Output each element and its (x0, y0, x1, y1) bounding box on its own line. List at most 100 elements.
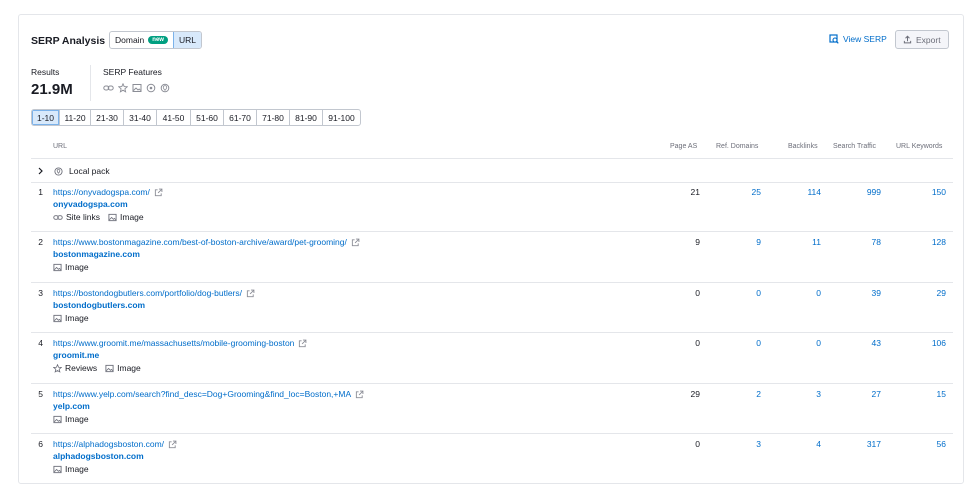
image-icon (53, 263, 62, 272)
local-pack-label: Local pack (69, 166, 110, 176)
result-url-link[interactable]: https://www.groomit.me/massachusetts/mob… (53, 338, 307, 348)
page-41-50[interactable]: 41-50 (156, 110, 190, 125)
external-link-icon[interactable] (298, 339, 307, 348)
chevron-right-icon[interactable] (37, 167, 44, 175)
backlinks-value[interactable]: 4 (781, 439, 821, 449)
column-url-keywords[interactable]: URL Keywords (896, 143, 942, 150)
result-domain[interactable]: groomit.me (53, 350, 99, 360)
result-domain[interactable]: onyvadogspa.com (53, 199, 128, 209)
url-keywords-value[interactable]: 29 (906, 288, 946, 298)
serp-feature-label: Image (117, 363, 141, 373)
page-51-60[interactable]: 51-60 (190, 110, 223, 125)
ref-domains-value[interactable]: 25 (721, 187, 761, 197)
result-url: https://onyvadogspa.com/ (53, 187, 150, 197)
serp-features-list: Reviews Image (53, 363, 141, 373)
result-url: https://www.bostonmagazine.com/best-of-b… (53, 237, 347, 247)
search-traffic-value[interactable]: 999 (841, 187, 881, 197)
result-domain[interactable]: yelp.com (53, 401, 90, 411)
panel-title: SERP Analysis (31, 35, 106, 47)
domain-toggle-label: Domain (115, 35, 145, 45)
row-number: 4 (38, 338, 43, 348)
serp-feature: Image (108, 212, 144, 222)
table-row: 6 https://alphadogsboston.com/ alphadogs… (19, 437, 963, 483)
result-url-link[interactable]: https://bostondogbutlers.com/portfolio/d… (53, 288, 255, 298)
domain-toggle-button[interactable]: Domain new (110, 32, 173, 48)
page-31-40[interactable]: 31-40 (123, 110, 156, 125)
results-label: Results (31, 67, 60, 77)
serp-feature: Image (105, 363, 141, 373)
external-link-icon[interactable] (154, 188, 163, 197)
url-keywords-value[interactable]: 106 (906, 338, 946, 348)
result-domain[interactable]: bostonmagazine.com (53, 249, 140, 259)
image-icon (53, 465, 62, 474)
serp-features-label: SERP Features (103, 67, 162, 77)
serp-feature: Site links (53, 212, 100, 222)
external-link-icon[interactable] (355, 390, 364, 399)
row-number: 2 (38, 237, 43, 247)
row-divider (31, 231, 953, 232)
search-traffic-value[interactable]: 27 (841, 389, 881, 399)
table-row: 4 https://www.groomit.me/massachusetts/m… (19, 336, 963, 386)
url-toggle-label: URL (178, 35, 196, 45)
search-traffic-value[interactable]: 317 (841, 439, 881, 449)
page-81-90[interactable]: 81-90 (289, 110, 322, 125)
export-button[interactable]: Export (895, 30, 949, 49)
url-keywords-value[interactable]: 150 (906, 187, 946, 197)
url-keywords-value[interactable]: 128 (906, 237, 946, 247)
result-domain[interactable]: bostondogbutlers.com (53, 300, 145, 310)
result-url-link[interactable]: https://onyvadogspa.com/ (53, 187, 163, 197)
page-11-20[interactable]: 11-20 (59, 110, 90, 125)
serp-feature-label: Image (65, 414, 89, 424)
external-link-icon[interactable] (351, 238, 360, 247)
pagination: 1-10 11-20 21-30 31-40 41-50 51-60 61-70… (31, 109, 361, 126)
result-url-link[interactable]: https://www.yelp.com/search?find_desc=Do… (53, 389, 364, 399)
page-as-value: 21 (690, 187, 700, 197)
url-keywords-value[interactable]: 56 (906, 439, 946, 449)
search-traffic-value[interactable]: 39 (841, 288, 881, 298)
column-search-traffic[interactable]: Search Traffic (833, 143, 876, 150)
column-page-as[interactable]: Page AS (670, 143, 697, 150)
serp-features-list: Image (53, 464, 89, 474)
header-divider (31, 158, 953, 159)
results-value: 21.9M (31, 81, 73, 98)
ref-domains-value[interactable]: 9 (721, 237, 761, 247)
ref-domains-value[interactable]: 3 (721, 439, 761, 449)
image-icon (53, 415, 62, 424)
url-toggle-button[interactable]: URL (172, 32, 201, 48)
result-url-link[interactable]: https://alphadogsboston.com/ (53, 439, 177, 449)
serp-feature: Image (53, 464, 89, 474)
page-1-10[interactable]: 1-10 (32, 110, 59, 125)
result-url: https://bostondogbutlers.com/portfolio/d… (53, 288, 242, 298)
page-91-100[interactable]: 91-100 (322, 110, 360, 125)
backlinks-value[interactable]: 114 (781, 187, 821, 197)
column-ref-domains[interactable]: Ref. Domains (716, 143, 758, 150)
column-backlinks[interactable]: Backlinks (788, 143, 818, 150)
ref-domains-value[interactable]: 2 (721, 389, 761, 399)
page-71-80[interactable]: 71-80 (256, 110, 289, 125)
link-icon (103, 83, 114, 93)
url-keywords-value[interactable]: 15 (906, 389, 946, 399)
search-traffic-value[interactable]: 78 (841, 237, 881, 247)
page-21-30[interactable]: 21-30 (90, 110, 123, 125)
local-pack-row[interactable]: Local pack (37, 166, 110, 176)
external-link-icon[interactable] (168, 440, 177, 449)
page-61-70[interactable]: 61-70 (223, 110, 256, 125)
table-row: 2 https://www.bostonmagazine.com/best-of… (19, 235, 963, 285)
search-traffic-value[interactable]: 43 (841, 338, 881, 348)
external-link-icon[interactable] (246, 289, 255, 298)
table-row: 3 https://bostondogbutlers.com/portfolio… (19, 286, 963, 336)
ref-domains-value[interactable]: 0 (721, 288, 761, 298)
backlinks-value[interactable]: 0 (781, 288, 821, 298)
image-icon (108, 213, 117, 222)
new-badge: new (148, 36, 168, 44)
view-serp-label: View SERP (843, 34, 887, 44)
result-domain[interactable]: alphadogsboston.com (53, 451, 144, 461)
backlinks-value[interactable]: 11 (781, 237, 821, 247)
backlinks-value[interactable]: 3 (781, 389, 821, 399)
view-serp-link[interactable]: View SERP (829, 34, 887, 44)
image-icon (132, 83, 142, 93)
ref-domains-value[interactable]: 0 (721, 338, 761, 348)
backlinks-value[interactable]: 0 (781, 338, 821, 348)
serp-feature-label: Site links (66, 212, 101, 222)
result-url-link[interactable]: https://www.bostonmagazine.com/best-of-b… (53, 237, 360, 247)
